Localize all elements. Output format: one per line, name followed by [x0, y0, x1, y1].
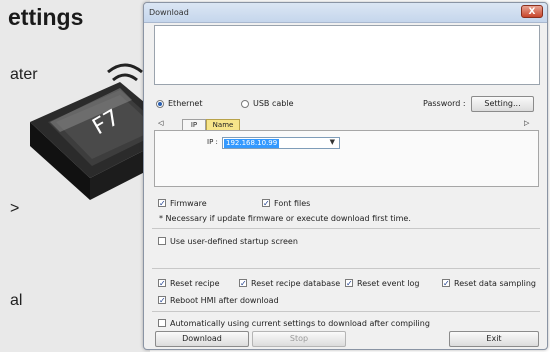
reset-recipe-database-label: Reset recipe database: [251, 279, 341, 288]
usb-cable-label: USB cable: [253, 99, 294, 108]
startup-screen-checkbox[interactable]: [158, 237, 166, 245]
usb-cable-radio[interactable]: [241, 100, 249, 108]
reset-event-log-checkbox[interactable]: ✓: [345, 279, 353, 288]
download-button[interactable]: Download: [155, 331, 249, 347]
ip-label: IP :: [207, 138, 218, 146]
font-files-checkbox[interactable]: ✓: [262, 199, 270, 208]
download-dialog: Download X Ethernet USB cable Password :…: [143, 2, 548, 350]
reboot-hmi-label: Reboot HMI after download: [170, 296, 279, 305]
exit-button[interactable]: Exit: [449, 331, 539, 347]
firmware-label: Firmware: [170, 199, 207, 208]
tab-scroll-left-icon[interactable]: ◁: [158, 119, 163, 127]
firmware-note: * Necessary if update firmware or execut…: [159, 214, 411, 223]
reset-event-log-label: Reset event log: [357, 279, 420, 288]
reset-recipe-checkbox[interactable]: ✓: [158, 279, 166, 288]
reset-recipe-database-checkbox[interactable]: ✓: [239, 279, 247, 288]
slide-title: ettings: [8, 4, 84, 30]
reboot-hmi-checkbox[interactable]: ✓: [158, 296, 166, 305]
ip-select[interactable]: 192.168.10.99 ▼: [222, 137, 340, 149]
slide-text-fragment: >: [10, 200, 20, 217]
slide-text-fragment: al: [10, 292, 23, 309]
auto-download-checkbox[interactable]: [158, 319, 166, 327]
title-bar[interactable]: Download X: [144, 3, 547, 23]
ip-value: 192.168.10.99: [224, 139, 280, 148]
setting-button[interactable]: Setting...: [471, 96, 534, 112]
reset-data-sampling-label: Reset data sampling: [454, 279, 536, 288]
auto-download-label: Automatically using current settings to …: [170, 319, 430, 328]
chevron-down-icon[interactable]: ▼: [330, 138, 335, 146]
divider: [152, 228, 540, 229]
close-button[interactable]: X: [521, 5, 543, 18]
password-label: Password :: [423, 99, 466, 108]
dialog-title: Download: [149, 8, 189, 17]
divider: [152, 268, 540, 269]
font-files-label: Font files: [274, 199, 311, 208]
ethernet-label: Ethernet: [168, 99, 203, 108]
reset-data-sampling-checkbox[interactable]: ✓: [442, 279, 450, 288]
download-log-area: [154, 25, 540, 85]
ethernet-radio[interactable]: [156, 100, 164, 108]
reset-recipe-label: Reset recipe: [170, 279, 220, 288]
firmware-checkbox[interactable]: ✓: [158, 199, 166, 208]
tab-scroll-right-icon[interactable]: ▷: [524, 119, 529, 127]
divider: [152, 311, 540, 312]
startup-screen-label: Use user-defined startup screen: [170, 237, 298, 246]
stop-button[interactable]: Stop: [252, 331, 346, 347]
